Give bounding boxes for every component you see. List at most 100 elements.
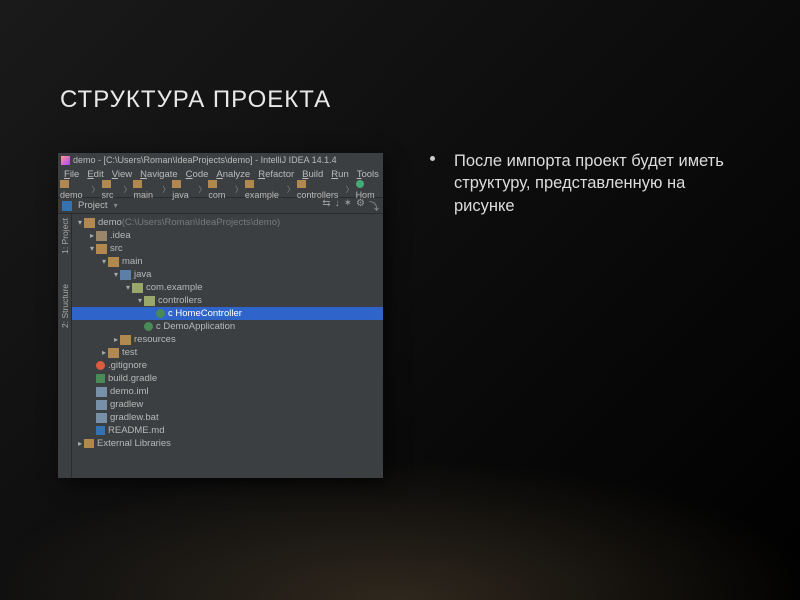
expand-arrow-open-icon[interactable]: ▾ xyxy=(124,283,132,292)
pkg-icon xyxy=(132,283,143,293)
menu-item-file[interactable]: File xyxy=(60,169,83,180)
tree-node-label: test xyxy=(122,347,137,358)
project-panel-header[interactable]: Project ▾ ⇆ ↓ ✶ ⚙ ⤵ xyxy=(58,198,383,214)
menu-item-tools[interactable]: Tools xyxy=(353,169,383,180)
breadcrumb-segment[interactable]: com xyxy=(208,180,233,200)
expand-arrow-open-icon[interactable]: ▾ xyxy=(76,218,84,227)
tree-node[interactable]: ▾ main xyxy=(72,255,383,268)
tree-node-path: (C:\Users\Roman\IdeaProjects\demo) xyxy=(122,217,280,228)
tool-window-tab[interactable]: 2: Structure xyxy=(60,284,70,328)
menu-item-view[interactable]: View xyxy=(108,169,136,180)
tree-node[interactable]: ▾ com.example xyxy=(72,281,383,294)
tree-node-label: gradlew.bat xyxy=(110,412,159,423)
breadcrumb-separator-icon: 〉 xyxy=(346,184,354,195)
breadcrumb-segment[interactable]: Hom xyxy=(356,180,381,200)
project-tree[interactable]: ▾ demo (C:\Users\Roman\IdeaProjects\demo)… xyxy=(72,214,383,478)
menu-item-run[interactable]: Run xyxy=(327,169,352,180)
panel-tool-icon[interactable]: ↓ xyxy=(335,198,340,213)
tree-node[interactable]: gradlew xyxy=(72,398,383,411)
panel-toolbar[interactable]: ⇆ ↓ ✶ ⚙ ⤵ xyxy=(322,198,379,213)
expand-arrow-closed-icon[interactable]: ▸ xyxy=(76,439,84,448)
expand-arrow-open-icon[interactable]: ▾ xyxy=(100,257,108,266)
intellij-logo-icon xyxy=(61,156,70,165)
breadcrumb-segment[interactable]: java xyxy=(172,180,196,200)
project-panel-label: Project xyxy=(78,200,108,211)
tree-node[interactable]: ▸ test xyxy=(72,346,383,359)
menu-item-navigate[interactable]: Navigate xyxy=(136,169,182,180)
slide-title: СТРУКТУРА ПРОЕКТА xyxy=(60,86,331,114)
expand-arrow-open-icon[interactable]: ▾ xyxy=(136,296,144,305)
bullet-block: После импорта проект будет иметь структу… xyxy=(430,150,730,217)
tool-window-stripe[interactable]: 1: Project 2: Structure xyxy=(58,214,72,478)
tree-node[interactable]: ▾ java xyxy=(72,268,383,281)
tree-node[interactable]: .gitignore xyxy=(72,359,383,372)
folder-o-icon xyxy=(96,231,107,241)
breadcrumb-separator-icon: 〉 xyxy=(162,184,170,195)
folder-icon xyxy=(108,257,119,267)
class-icon xyxy=(356,180,364,188)
file-icon xyxy=(96,413,107,423)
menu-item-code[interactable]: Code xyxy=(182,169,213,180)
folder-icon xyxy=(208,180,217,188)
folder-icon xyxy=(60,180,69,188)
panel-tool-icon[interactable]: ⤵ xyxy=(369,198,379,213)
tree-node-label: com.example xyxy=(146,282,203,293)
breadcrumb-segment[interactable]: main xyxy=(133,180,160,200)
info-icon xyxy=(96,426,105,435)
menu-item-analyze[interactable]: Analyze xyxy=(212,169,254,180)
expand-arrow-open-icon[interactable]: ▾ xyxy=(88,244,96,253)
folder-icon xyxy=(96,244,107,254)
menu-item-refactor[interactable]: Refactor xyxy=(254,169,298,180)
folder-icon xyxy=(84,218,95,228)
breadcrumb-segment[interactable]: controllers xyxy=(297,180,344,200)
git-icon xyxy=(96,361,105,370)
tree-node[interactable]: ▸External Libraries xyxy=(72,437,383,450)
tree-node[interactable]: c DemoApplication xyxy=(72,320,383,333)
breadcrumb-separator-icon: 〉 xyxy=(92,184,100,195)
tree-node[interactable]: c HomeController xyxy=(72,307,383,320)
expand-arrow-closed-icon[interactable]: ▸ xyxy=(100,348,108,357)
panel-tool-icon[interactable]: ⇆ xyxy=(322,198,330,213)
tree-node-label: c HomeController xyxy=(168,308,242,319)
tool-window-tab[interactable]: 1: Project xyxy=(60,218,70,254)
file-icon xyxy=(96,387,107,397)
tree-node[interactable]: demo.iml xyxy=(72,385,383,398)
tree-node-label: src xyxy=(110,243,123,254)
breadcrumb[interactable]: demo〉src〉main〉java〉com〉example〉controlle… xyxy=(58,182,383,198)
breadcrumb-separator-icon: 〉 xyxy=(235,184,243,195)
panel-tool-icon[interactable]: ⚙ xyxy=(356,198,365,213)
expand-arrow-closed-icon[interactable]: ▸ xyxy=(88,231,96,240)
tree-node[interactable]: gradlew.bat xyxy=(72,411,383,424)
tree-node-label: demo.iml xyxy=(110,386,149,397)
tree-node-label: main xyxy=(122,256,143,267)
tree-node[interactable]: build.gradle xyxy=(72,372,383,385)
panel-tool-icon[interactable]: ✶ xyxy=(344,198,352,213)
src-icon xyxy=(120,270,131,280)
tree-node[interactable]: ▸resources xyxy=(72,333,383,346)
folder-icon xyxy=(102,180,111,188)
menu-item-edit[interactable]: Edit xyxy=(83,169,107,180)
breadcrumb-separator-icon: 〉 xyxy=(287,184,295,195)
menu-item-build[interactable]: Build xyxy=(298,169,327,180)
breadcrumb-segment[interactable]: demo xyxy=(60,180,90,200)
folder-icon xyxy=(245,180,254,188)
window-title: demo - [C:\Users\Roman\IdeaProjects\demo… xyxy=(73,155,337,165)
expand-arrow-closed-icon[interactable]: ▸ xyxy=(112,335,120,344)
breadcrumb-segment[interactable]: src xyxy=(102,180,122,200)
expand-arrow-open-icon[interactable]: ▾ xyxy=(112,270,120,279)
tree-node-label: demo xyxy=(98,217,122,228)
bullet-text: После импорта проект будет иметь структу… xyxy=(454,150,730,217)
tree-node[interactable]: README.md xyxy=(72,424,383,437)
bullet-dot-icon xyxy=(430,156,435,161)
tree-node[interactable]: ▾ demo (C:\Users\Roman\IdeaProjects\demo) xyxy=(72,216,383,229)
tree-node-label: java xyxy=(134,269,151,280)
dropdown-chevron-icon[interactable]: ▾ xyxy=(114,201,118,210)
slide: СТРУКТУРА ПРОЕКТА После импорта проект б… xyxy=(0,0,800,600)
tree-node[interactable]: ▾ src xyxy=(72,242,383,255)
tree-node-label: controllers xyxy=(158,295,202,306)
pkg-icon xyxy=(144,296,155,306)
tree-node-label: README.md xyxy=(108,425,164,436)
tree-node[interactable]: ▾ controllers xyxy=(72,294,383,307)
tree-node[interactable]: ▸.idea xyxy=(72,229,383,242)
breadcrumb-segment[interactable]: example xyxy=(245,180,285,200)
